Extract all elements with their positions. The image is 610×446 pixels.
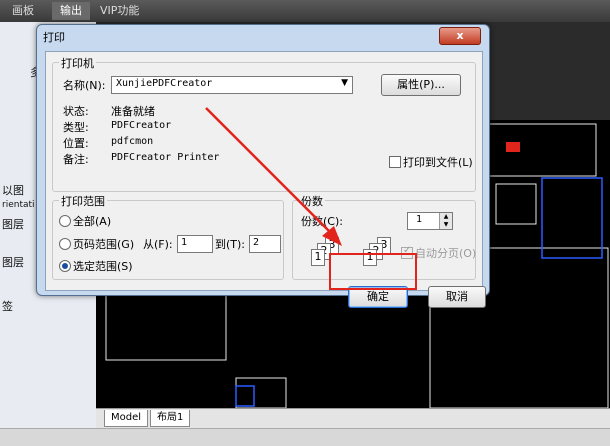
annotation-highlight-box [329,253,417,290]
annotation-arrow [205,107,342,246]
